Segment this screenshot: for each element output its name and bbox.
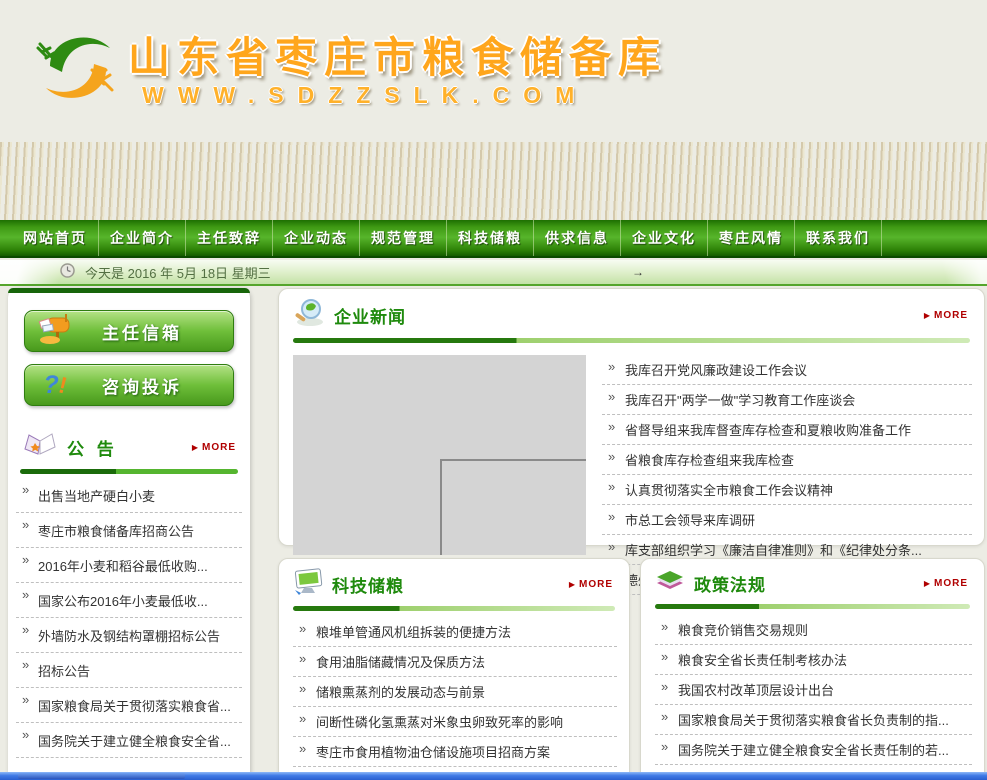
nav-item-culture[interactable]: 企业文化: [621, 220, 708, 256]
list-item[interactable]: 枣庄市食用植物油仓储设施项目招商方案: [293, 737, 617, 767]
marquee-arrow-icon: →: [632, 265, 644, 279]
list-item[interactable]: 市总工会领导来库调研: [602, 505, 972, 535]
tech-header: 科技储粮 MORE: [279, 559, 629, 601]
tech-underline: [293, 606, 615, 611]
nav-item-contact[interactable]: 联系我们: [795, 220, 882, 256]
policy-regulation-panel: 政策法规 MORE 粮食竞价销售交易规则 粮食安全省长责任制考核办法 我国农村改…: [640, 558, 985, 780]
datebar-left-decoration: [0, 260, 80, 284]
list-item[interactable]: 粮堆单管通风机组拆装的便捷方法: [293, 617, 617, 647]
news-image-placeholder: [293, 355, 586, 555]
list-item[interactable]: 枣庄市粮食储备库招商公告: [16, 513, 242, 548]
policy-underline: [655, 604, 970, 609]
computer-monitor-icon: [293, 568, 323, 601]
mailbox-icon: [35, 313, 75, 350]
nav-item-management[interactable]: 规范管理: [360, 220, 447, 256]
list-item[interactable]: 储粮熏蒸剂的发展动态与前景: [293, 677, 617, 707]
announcements-title: 公 告: [67, 435, 118, 460]
list-item[interactable]: 国务院关于建立健全粮食安全省长责任制的若...: [655, 735, 972, 765]
list-item[interactable]: 国家粮食局关于贯彻落实粮食省长负责制的指...: [655, 705, 972, 735]
list-item[interactable]: 粮食竞价销售交易规则: [655, 615, 972, 645]
nav-item-zaozhuang[interactable]: 枣庄风情: [708, 220, 795, 256]
site-title: 山东省枣庄市粮食储备库: [128, 24, 667, 85]
announcements-header: 公 告 MORE: [8, 432, 250, 463]
announcements-underline: [20, 469, 238, 474]
director-mailbox-label: 主任信箱: [75, 319, 223, 344]
list-item[interactable]: 国务院关于建立健全粮食安全省...: [16, 723, 242, 758]
policy-list: 粮食竞价销售交易规则 粮食安全省长责任制考核办法 我国农村改革顶层设计出台 国家…: [655, 615, 972, 780]
list-item[interactable]: 粮食安全省长责任制考核办法: [655, 645, 972, 675]
site-url: WWW.SDZZSLK.COM: [142, 82, 588, 109]
question-exclamation-icon: ?!: [35, 371, 75, 400]
list-item[interactable]: 2016年小麦和稻谷最低收购...: [16, 548, 242, 583]
magnifier-globe-icon: [293, 298, 325, 333]
list-item[interactable]: 国家公布2016年小麦最低收...: [16, 583, 242, 618]
nav-item-tech-storage[interactable]: 科技储粮: [447, 220, 534, 256]
nav-item-company-news[interactable]: 企业动态: [273, 220, 360, 256]
datebar-right-decoration: [927, 260, 987, 284]
list-item[interactable]: 我库召开"两学一做"学习教育工作座谈会: [602, 385, 972, 415]
tech-title: 科技储粮: [332, 572, 404, 597]
wheat-field-decoration: [0, 142, 987, 220]
director-mailbox-button[interactable]: 主任信箱: [24, 310, 234, 352]
list-item[interactable]: 外墙防水及钢结构罩棚招标公告: [16, 618, 242, 653]
header-banner: 山东省枣庄市粮食储备库 WWW.SDZZSLK.COM: [0, 0, 987, 220]
nav-item-supply-demand[interactable]: 供求信息: [534, 220, 621, 256]
policy-more-link[interactable]: MORE: [924, 578, 968, 589]
open-book-icon: [22, 432, 58, 463]
tech-storage-panel: 科技储粮 MORE 粮堆单管通风机组拆装的便捷方法 食用油脂储藏情况及保质方法 …: [278, 558, 630, 780]
company-news-panel: 企业新闻 MORE 我库召开党风廉政建设工作会议 我库召开"两学一做"学习教育工…: [278, 288, 985, 546]
list-item[interactable]: 招标公告: [16, 653, 242, 688]
list-item[interactable]: 国家粮食局关于贯彻落实粮食省...: [16, 688, 242, 723]
taskbar-edge: [0, 772, 987, 780]
consult-complaint-label: 咨询投诉: [75, 373, 223, 398]
news-header: 企业新闻 MORE: [279, 289, 984, 333]
date-bar: 今天是 2016 年 5月 18日 星期三 →: [0, 260, 987, 286]
main-navigation: 网站首页 企业简介 主任致辞 企业动态 规范管理 科技储粮 供求信息 企业文化 …: [0, 220, 987, 258]
page: 山东省枣庄市粮食储备库 WWW.SDZZSLK.COM 网站首页 企业简介 主任…: [0, 0, 987, 780]
tech-list: 粮堆单管通风机组拆装的便捷方法 食用油脂储藏情况及保质方法 储粮熏蒸剂的发展动态…: [293, 617, 617, 780]
policy-book-icon: [655, 568, 685, 599]
list-item[interactable]: 出售当地产硬白小麦: [16, 478, 242, 513]
list-item[interactable]: 省粮食库存检查组来我库检查: [602, 445, 972, 475]
list-item[interactable]: 认真贯彻落实全市粮食工作会议精神: [602, 475, 972, 505]
news-title: 企业新闻: [334, 303, 406, 328]
list-item[interactable]: 食用油脂储藏情况及保质方法: [293, 647, 617, 677]
policy-header: 政策法规 MORE: [641, 559, 984, 599]
site-logo-icon: [28, 26, 124, 115]
sidebar: 主任信箱 ?! 咨询投诉 公 告 MORE 出售当地产硬白小麦 枣庄市粮食储备库…: [8, 288, 250, 780]
consult-complaint-button[interactable]: ?! 咨询投诉: [24, 364, 234, 406]
current-date-text: 今天是 2016 年 5月 18日 星期三: [85, 263, 271, 282]
list-item[interactable]: 间断性磷化氢熏蒸对米象虫卵致死率的影响: [293, 707, 617, 737]
announcements-list: 出售当地产硬白小麦 枣庄市粮食储备库招商公告 2016年小麦和稻谷最低收购...…: [16, 478, 242, 758]
nav-item-company-profile[interactable]: 企业简介: [99, 220, 186, 256]
list-item[interactable]: 我库召开党风廉政建设工作会议: [602, 355, 972, 385]
nav-item-director-speech[interactable]: 主任致辞: [186, 220, 273, 256]
list-item[interactable]: 我国农村改革顶层设计出台: [655, 675, 972, 705]
placeholder-frame-lines: [440, 459, 587, 555]
tech-more-link[interactable]: MORE: [569, 579, 613, 590]
nav-item-home[interactable]: 网站首页: [12, 220, 99, 256]
policy-title: 政策法规: [694, 571, 766, 596]
news-more-link[interactable]: MORE: [924, 310, 968, 321]
announcements-more-link[interactable]: MORE: [192, 442, 236, 453]
list-item[interactable]: 省督导组来我库督查库存检查和夏粮收购准备工作: [602, 415, 972, 445]
taskbar-segment: [18, 773, 185, 779]
